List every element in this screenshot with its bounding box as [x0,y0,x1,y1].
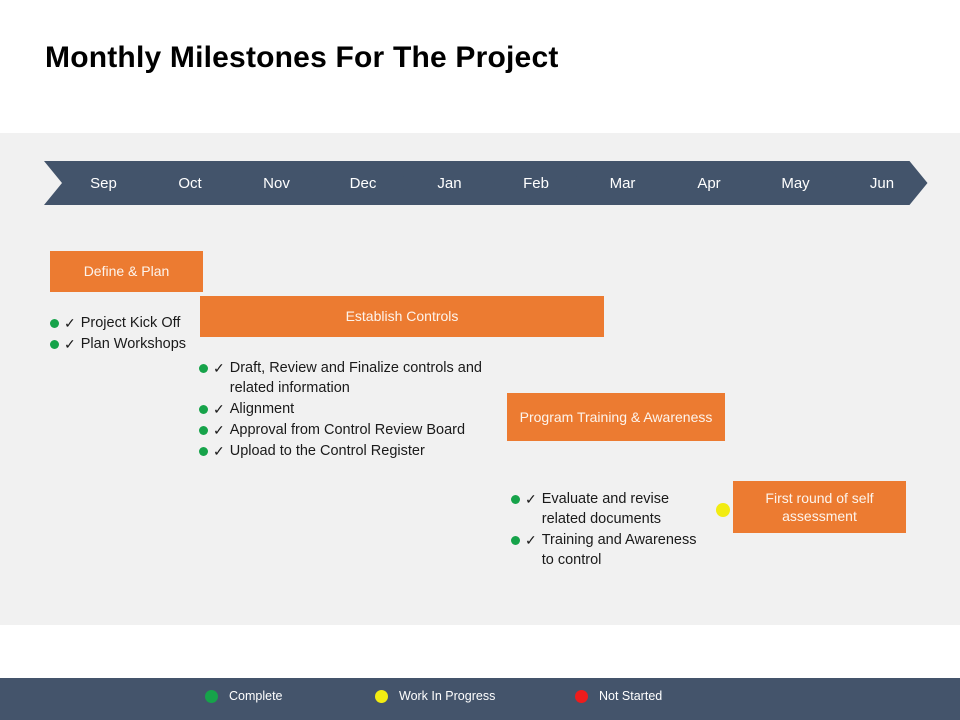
task-status-dot [199,447,208,456]
task-item: ✓ Plan Workshops [50,334,200,354]
check-icon: ✓ [213,422,225,438]
phase-bar-label: Program Training & Awareness [519,408,713,425]
legend-status-dot [575,689,588,703]
task-item: ✓ Draft, Review and Finalize controls and… [199,358,499,398]
legend-item: Complete [205,689,283,703]
task-item: ✓ Project Kick Off [50,313,200,333]
task-item: ✓ Upload to the Control Register [199,441,499,461]
check-icon: ✓ [525,532,537,548]
check-icon: ✓ [64,336,76,352]
task-status-dot [50,319,59,328]
task-status-dot [511,536,520,545]
page-title: Monthly Milestones For The Project [45,41,559,74]
task-label: Plan Workshops [80,336,187,352]
task-status-dot [199,405,208,414]
phase-task-list: ✓ Project Kick Off ✓ Plan Workshops [50,313,200,355]
legend-item: Work In Progress [375,689,495,703]
legend-item: Not Started [575,689,662,703]
legend-footer: Complete Work In Progress Not Started [0,678,960,720]
phase-bar-label: First round of self assessment [765,489,874,524]
self-assessment-status-dot [716,503,730,517]
task-status-dot [199,364,208,373]
timeline-month-label: Sep [90,174,117,192]
timeline-month-label: Oct [178,174,202,192]
legend-status-dot [205,689,218,703]
timeline-month-label: Jun [869,174,895,192]
check-icon: ✓ [213,443,225,459]
check-icon: ✓ [525,491,537,507]
phase-bar[interactable]: Define & Plan [50,251,203,292]
legend-label: Work In Progress [399,689,496,703]
task-item: ✓ Training and Awareness to control [511,530,711,570]
timeline-month-label: Mar [609,174,636,192]
phase-bar[interactable]: Establish Controls [200,296,604,337]
check-icon: ✓ [213,401,225,417]
task-label: Training and Awareness to control [541,532,697,568]
task-item: ✓ Evaluate and revise related documents [511,489,711,529]
task-item: ✓ Alignment [199,399,499,419]
legend-label: Complete [229,689,283,703]
task-label: Alignment [229,401,295,417]
month-timeline: Sep Oct Nov Dec Jan Feb Mar Apr May Jun [44,161,916,209]
task-label: Project Kick Off [80,315,181,331]
timeline-month-label: May [781,174,810,192]
task-label: Evaluate and revise related documents [541,491,670,527]
phase-task-list: ✓ Draft, Review and Finalize controls and… [199,358,499,462]
content-panel: Sep Oct Nov Dec Jan Feb Mar Apr May Jun Define & … [0,133,960,625]
task-status-dot [50,340,59,349]
phase-task-list: ✓ Evaluate and revise related documents ✓ T… [511,489,711,571]
page-header: Monthly Milestones For The Project [0,0,960,133]
timeline-month-label: Dec [349,174,377,192]
timeline-month-label: Nov [263,174,290,192]
task-item: ✓ Approval from Control Review Board [199,420,499,440]
phase-bar-label: Define & Plan [83,263,170,280]
timeline-month-sep[interactable]: Sep [44,161,149,205]
task-label: Draft, Review and Finalize controls and … [229,360,482,396]
timeline-month-label: Jan [437,174,462,192]
phase-bar[interactable]: First round of self assessment [733,481,906,533]
task-label: Approval from Control Review Board [229,422,466,438]
task-status-dot [511,495,520,504]
task-status-dot [199,426,208,435]
check-icon: ✓ [64,315,76,331]
task-label: Upload to the Control Register [229,443,425,459]
phase-bar[interactable]: Program Training & Awareness [507,393,725,441]
legend-label: Not Started [599,689,663,703]
timeline-month-label: Apr [697,174,721,192]
legend-status-dot [375,689,388,703]
timeline-month-label: Feb [523,174,549,192]
check-icon: ✓ [213,360,225,376]
phase-bar-label: Establish Controls [345,308,459,325]
